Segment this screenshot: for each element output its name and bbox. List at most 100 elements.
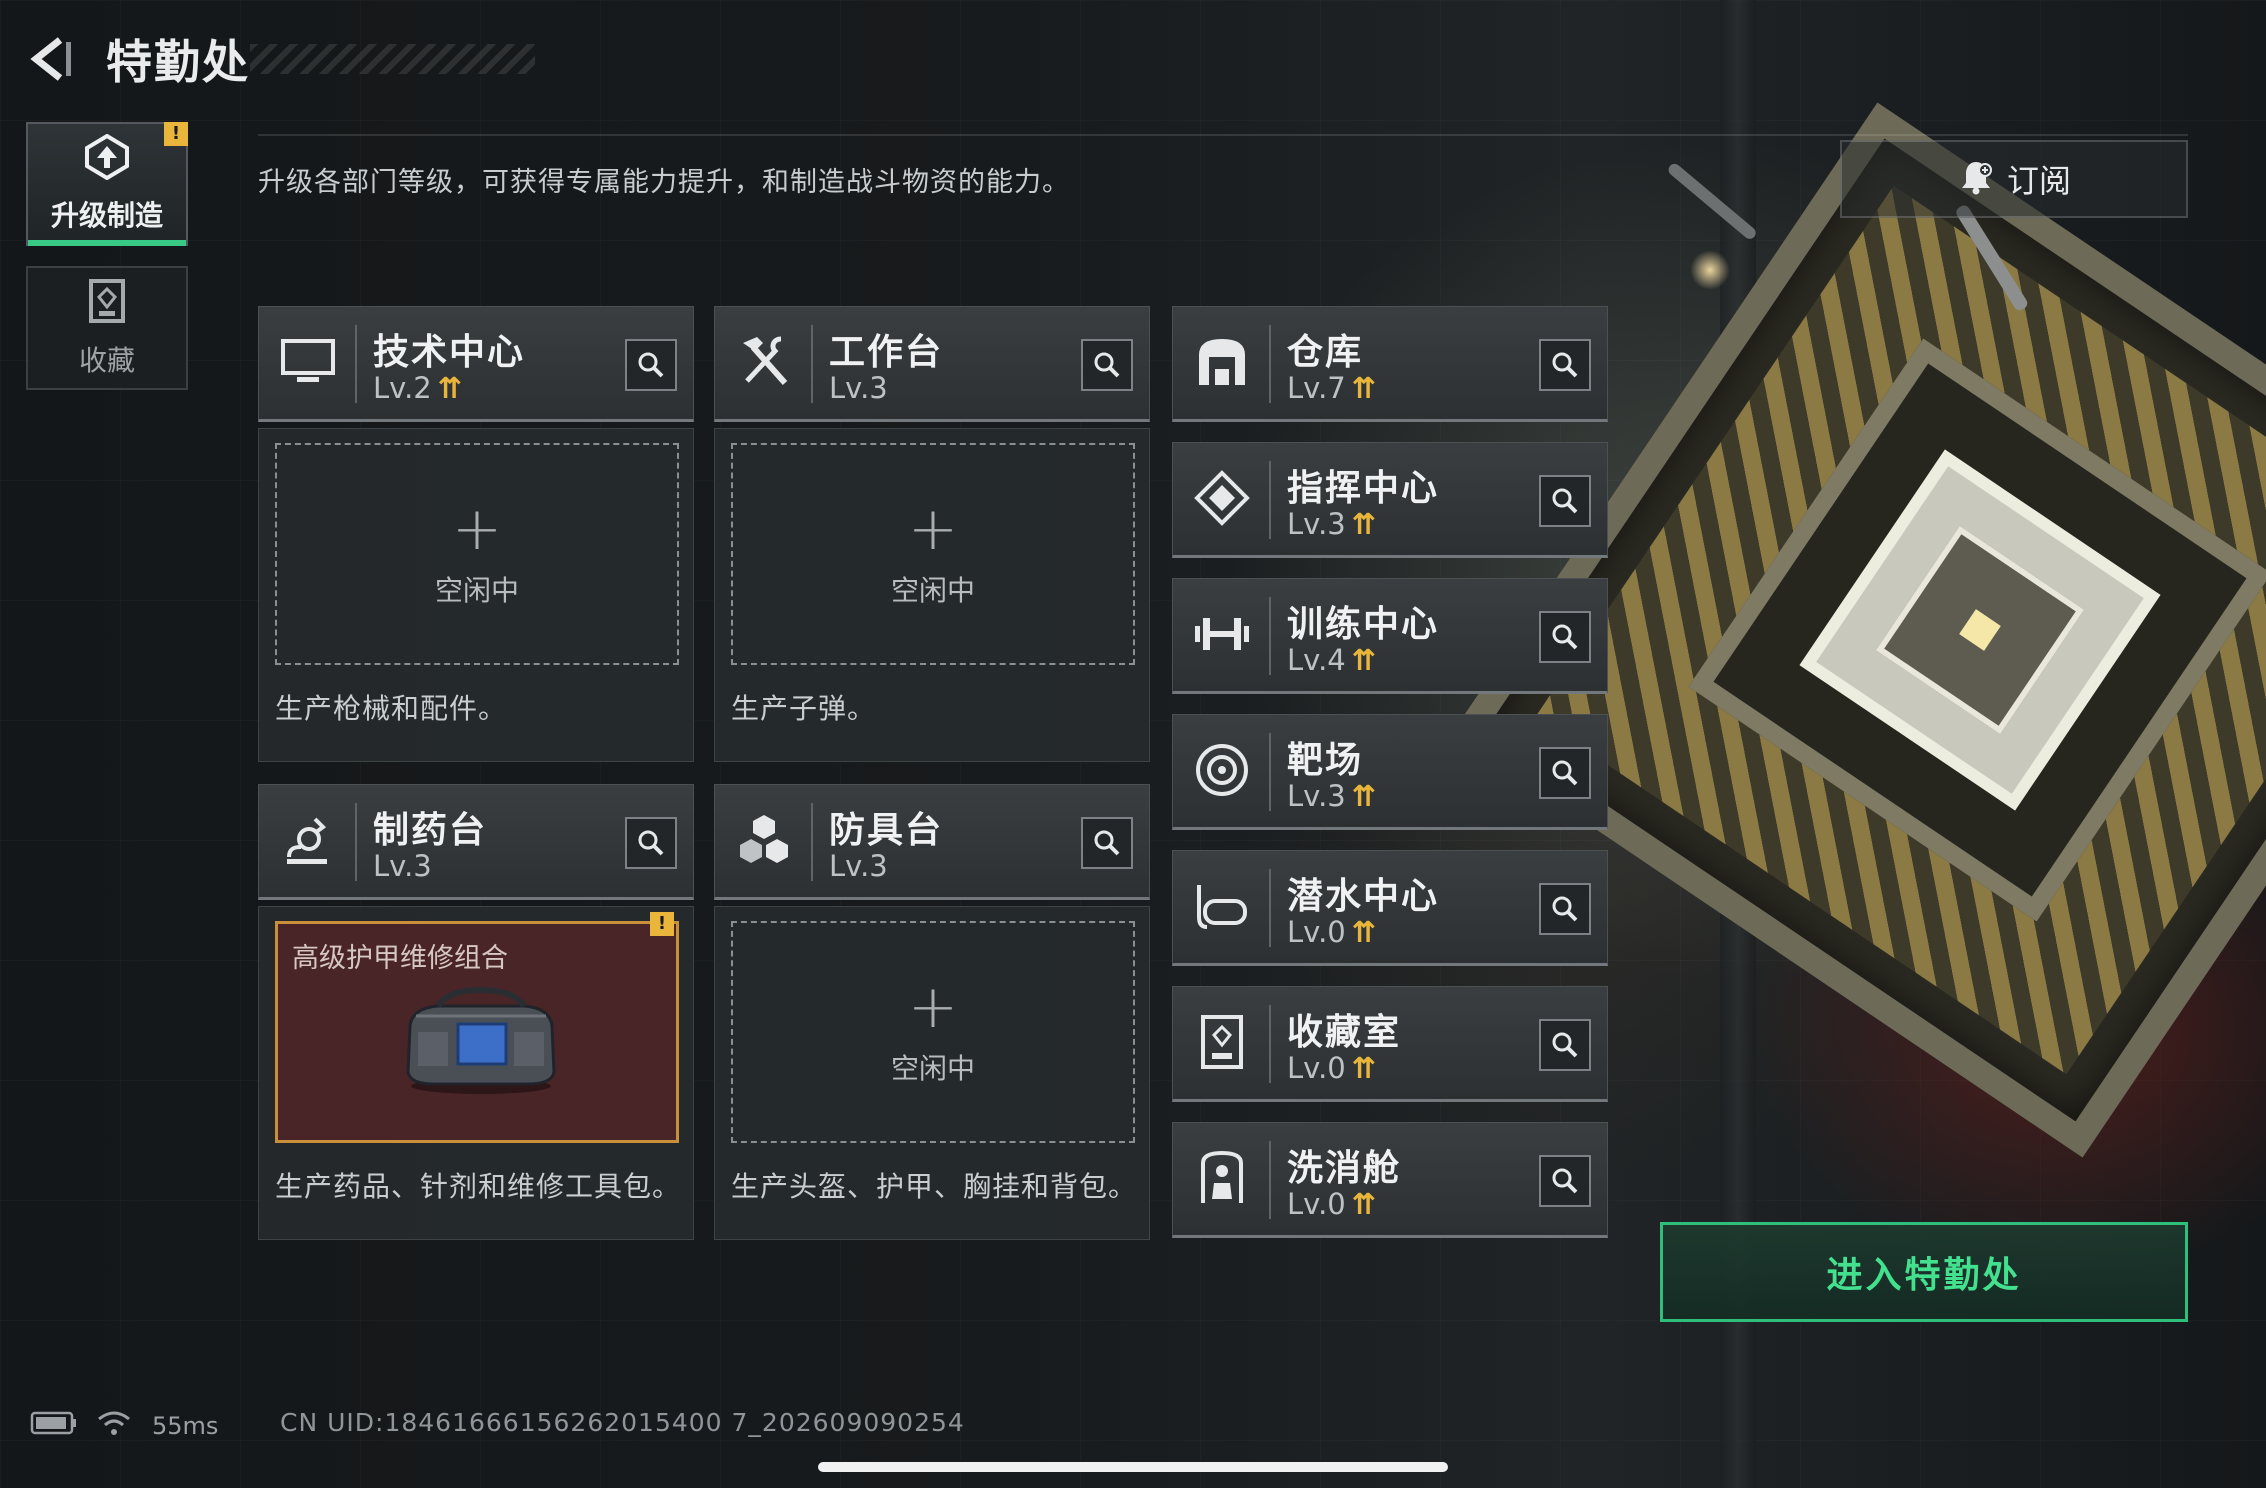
enter-button-label: 进入特勤处 [1826,1255,2022,1296]
alert-badge: ! [650,912,674,936]
dumbbell-icon [1187,599,1257,669]
facility-name: 潜水中心 [1287,876,1440,917]
upgrade-arrow-icon: ⇈ [1351,1051,1377,1085]
facility-level: Lv.3 ⇈ [1287,779,1377,813]
upgrade-arrow-icon: ⇈ [437,371,463,405]
back-arrow-icon[interactable] [26,34,76,84]
workshop-level: Lv.3 [829,849,888,883]
hammer-wrench-icon [729,327,799,397]
search-icon[interactable] [1539,475,1591,527]
workshop-name: 防具台 [829,810,944,851]
search-icon[interactable] [1539,747,1591,799]
search-icon[interactable] [625,339,677,391]
enter-special-ops-button[interactable]: 进入特勤处 [1660,1222,2188,1322]
workshop-pharmacy-body: 高级护甲维修组合 ! 生产药品、针剂和维修工具包。 [258,906,694,1240]
workshop-armory-header[interactable]: 防具台 Lv.3 [714,784,1150,900]
facility-shooting-range[interactable]: 靶场 Lv.3 ⇈ [1172,714,1608,830]
facility-level: Lv.0 ⇈ [1287,1187,1377,1221]
target-icon [1187,735,1257,805]
wifi-icon [96,1409,132,1443]
status-bar: 55ms [30,1408,218,1444]
display-case-icon [1187,1007,1257,1077]
search-icon[interactable] [1539,1019,1591,1071]
facility-name: 靶场 [1287,740,1364,781]
monitor-icon [273,327,343,397]
slot-status: 空闲中 [434,574,519,607]
decon-chamber-icon [1187,1143,1257,1213]
facility-name: 收藏室 [1287,1012,1402,1053]
upgrade-arrow-icon: ⇈ [1351,507,1377,541]
upgrade-icon [79,133,135,184]
home-indicator[interactable] [818,1462,1448,1472]
facility-collection-room[interactable]: 收藏室 Lv.0 ⇈ [1172,986,1608,1102]
item-name: 高级护甲维修组合 [292,943,508,974]
facility-command-center[interactable]: 指挥中心 Lv.3 ⇈ [1172,442,1608,558]
warehouse-icon [1187,327,1257,397]
slot-status: 空闲中 [890,574,975,607]
search-icon[interactable] [1539,611,1591,663]
facility-warehouse[interactable]: 仓库 Lv.7 ⇈ [1172,306,1608,422]
facility-diving-center[interactable]: 潜水中心 Lv.0 ⇈ [1172,850,1608,966]
facility-name: 洗消舱 [1287,1148,1402,1189]
search-icon[interactable] [1539,1155,1591,1207]
workshop-name: 工作台 [829,332,944,373]
search-icon[interactable] [625,817,677,869]
upgrade-arrow-icon: ⇈ [1351,371,1377,405]
command-chip-icon [1187,463,1257,533]
page-title: 特勤处 [106,35,250,89]
search-icon[interactable] [1081,339,1133,391]
subscribe-button[interactable]: 订阅 [1840,140,2188,218]
add-icon: + [907,494,959,564]
header: 特勤处 [0,0,560,120]
workshop-description: 生产枪械和配件。 [275,692,508,725]
user-uid: CN UID:18461666156262015400 7_2026090902… [280,1408,965,1437]
add-icon: + [907,972,959,1042]
facility-level: Lv.0 ⇈ [1287,915,1377,949]
facility-decontamination[interactable]: 洗消舱 Lv.0 ⇈ [1172,1122,1608,1238]
facility-name: 训练中心 [1287,604,1440,645]
page-description: 升级各部门等级，可获得专属能力提升，和制造战斗物资的能力。 [258,167,1070,198]
workshop-level: Lv.3 [373,849,432,883]
sidebar-tab-label: 收藏 [78,344,135,377]
workshop-pharmacy-header[interactable]: 制药台 Lv.3 [258,784,694,900]
facility-name: 指挥中心 [1287,468,1440,509]
workshop-workbench-body: + 空闲中 生产子弹。 [714,428,1150,762]
workshop-workbench-header[interactable]: 工作台 Lv.3 [714,306,1150,422]
facility-training-center[interactable]: 训练中心 Lv.4 ⇈ [1172,578,1608,694]
alert-badge: ! [164,122,188,146]
upgrade-arrow-icon: ⇈ [1351,1187,1377,1221]
workshop-name: 技术中心 [373,332,526,373]
ping-readout: 55ms [152,1412,219,1440]
workshop-tech-center-body: + 空闲中 生产枪械和配件。 [258,428,694,762]
facility-level: Lv.0 ⇈ [1287,1051,1377,1085]
workshop-level: Lv.2 ⇈ [373,371,463,405]
workshop-tech-center-header[interactable]: 技术中心 Lv.2 ⇈ [258,306,694,422]
workshop-description: 生产药品、针剂和维修工具包。 [275,1170,682,1203]
microscope-icon [273,805,343,875]
workshop-description: 生产头盔、护甲、胸挂和背包。 [731,1170,1138,1203]
production-slot-item[interactable]: 高级护甲维修组合 ! [275,912,679,1143]
upgrade-arrow-icon: ⇈ [1351,643,1377,677]
sidebar-tab-collection[interactable]: 收藏 [26,266,188,390]
battery-icon [30,1410,78,1442]
diving-mask-icon [1187,871,1257,941]
production-slot-idle[interactable]: + 空闲中 [275,443,679,665]
upgrade-arrow-icon: ⇈ [1351,915,1377,949]
facility-name: 仓库 [1287,332,1364,373]
collection-icon [85,277,129,329]
search-icon[interactable] [1539,883,1591,935]
repair-kit-bag-icon [398,986,564,1100]
title-decoration [250,44,535,74]
divider [258,134,2188,136]
search-icon[interactable] [1539,339,1591,391]
bell-icon [1957,158,1995,200]
production-slot-idle[interactable]: + 空闲中 [731,443,1135,665]
sidebar-tab-upgrade[interactable]: 升级制造 ! [26,122,188,246]
production-slot-idle[interactable]: + 空闲中 [731,921,1135,1143]
sidebar-tab-label: 升级制造 [50,199,163,232]
workshop-name: 制药台 [373,810,488,851]
upgrade-arrow-icon: ⇈ [1351,779,1377,813]
search-icon[interactable] [1081,817,1133,869]
workshop-level: Lv.3 [829,371,888,405]
workshop-description: 生产子弹。 [731,692,877,725]
